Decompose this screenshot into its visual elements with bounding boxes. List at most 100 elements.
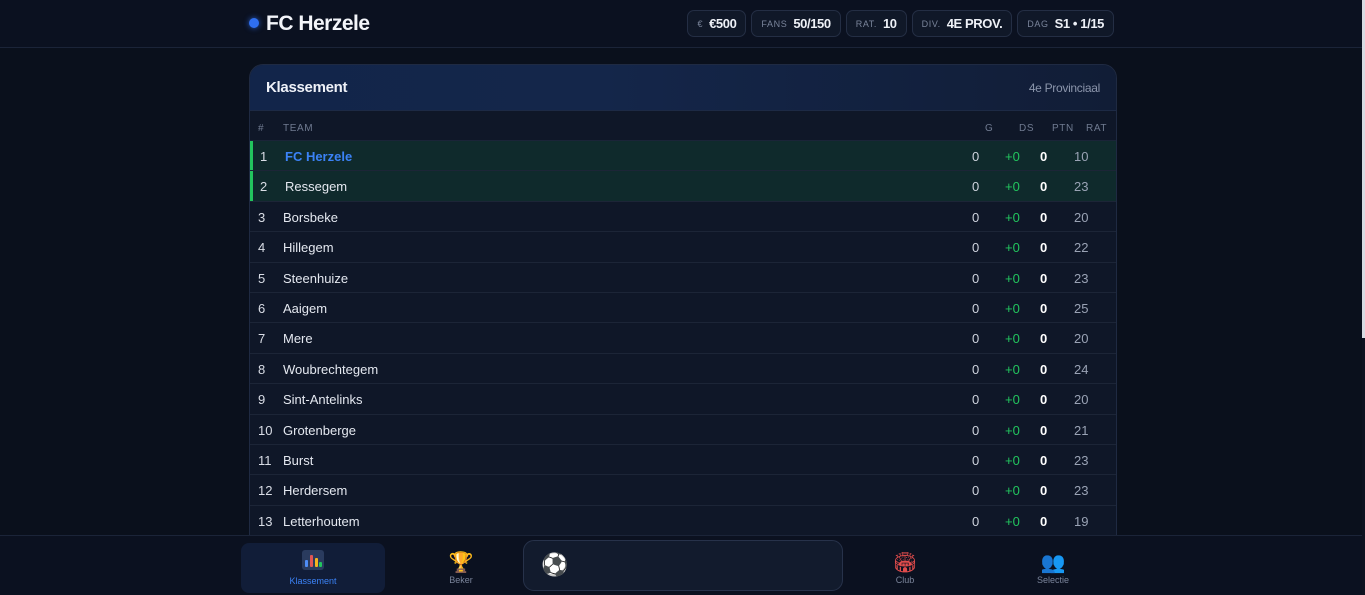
rank-cell: 3 xyxy=(258,209,266,225)
rating-cell: 23 xyxy=(1074,179,1089,195)
stat-budget-key: € xyxy=(697,18,704,29)
goal-diff-cell: +0 xyxy=(1005,300,1020,316)
club-name: FC Herzele xyxy=(266,12,370,35)
points-cell: 0 xyxy=(1040,483,1048,499)
nav-club[interactable]: 🏟 Club xyxy=(833,543,977,593)
nav-klassement-label: Klassement xyxy=(289,576,337,586)
soccer-ball-icon: ⚽ xyxy=(541,553,569,578)
points-cell: 0 xyxy=(1040,361,1048,377)
team-cell: Hillegem xyxy=(283,240,334,256)
games-cell: 0 xyxy=(972,392,980,408)
games-cell: 0 xyxy=(972,240,980,256)
stadium-icon: 🏟 xyxy=(892,550,918,574)
team-cell: Aaigem xyxy=(283,300,328,316)
rank-cell: 11 xyxy=(258,452,272,468)
table-row[interactable]: 3 Borsbeke 0 +0 0 20 xyxy=(250,201,1116,233)
team-cell: Letterhoutem xyxy=(283,513,360,529)
table-row[interactable]: 13 Letterhoutem 0 +0 0 19 xyxy=(250,505,1116,537)
table-row[interactable]: 6 Aaigem 0 +0 0 25 xyxy=(250,292,1116,324)
col-team-header: TEAM xyxy=(283,123,314,134)
points-cell: 0 xyxy=(1040,422,1048,438)
games-cell: 0 xyxy=(972,361,980,377)
team-cell: FC Herzele xyxy=(285,149,353,164)
stat-day-key: DAG xyxy=(1027,18,1049,29)
goal-diff-cell: +0 xyxy=(1005,513,1020,529)
stat-fans: FANS 50/150 xyxy=(751,10,841,37)
rating-cell: 24 xyxy=(1074,361,1089,377)
points-cell: 0 xyxy=(1040,513,1048,529)
rating-cell: 20 xyxy=(1074,392,1089,408)
col-rank-header: # xyxy=(258,123,265,134)
play-match-button[interactable]: ⚽ xyxy=(523,540,843,591)
standings-title: Klassement xyxy=(266,79,348,96)
stat-budget: € €500 xyxy=(687,10,747,37)
nav-club-label: Club xyxy=(895,575,915,585)
bar-chart-icon xyxy=(302,550,324,574)
games-cell: 0 xyxy=(972,149,980,164)
rank-cell: 8 xyxy=(258,361,266,377)
goal-diff-cell: +0 xyxy=(1005,422,1020,438)
games-cell: 0 xyxy=(972,209,980,225)
team-cell: Mere xyxy=(283,331,313,347)
table-row[interactable]: 7 Mere 0 +0 0 20 xyxy=(250,323,1116,354)
club-dot-icon xyxy=(249,18,259,28)
rank-cell: 13 xyxy=(258,513,273,529)
goal-diff-cell: +0 xyxy=(1005,270,1020,286)
stat-budget-value: €500 xyxy=(709,16,737,31)
table-row[interactable]: 4 Hillegem 0 +0 0 22 xyxy=(250,232,1116,263)
table-row[interactable]: 10 Grotenberge 0 +0 0 21 xyxy=(250,414,1116,445)
rank-cell: 6 xyxy=(258,300,266,316)
col-rating-header: RAT xyxy=(1086,123,1108,134)
stat-rating: RAT. 10 xyxy=(845,10,907,37)
rating-cell: 19 xyxy=(1074,513,1089,529)
nav-beker[interactable]: 🏆 Beker xyxy=(389,543,533,593)
rating-cell: 25 xyxy=(1074,300,1089,316)
stat-day: DAG S1 • 1/15 xyxy=(1017,10,1114,37)
standings-table-header: # TEAM G DS PTN RAT xyxy=(250,111,1116,141)
table-row[interactable]: 9 Sint-Antelinks 0 +0 0 20 xyxy=(250,384,1116,415)
stat-fans-value: 50/150 xyxy=(793,16,831,31)
rank-cell: 9 xyxy=(258,392,266,408)
team-cell: Herdersem xyxy=(283,483,348,499)
nav-klassement[interactable]: Klassement xyxy=(241,543,385,593)
standings-table-body: 1 FC Herzele 0 +0 0 10 2 Ressegem 0 +0 0 23 3 Borsbek… xyxy=(250,141,1116,537)
stat-division: DIV. 4E PROV. xyxy=(911,10,1013,37)
rank-cell: 7 xyxy=(258,331,266,347)
bottom-nav: Klassement 🏆 Beker ⚽ 🏟 Club 👥 Selectie xyxy=(0,535,1362,595)
stat-division-key: DIV. xyxy=(921,18,941,29)
rank-cell: 1 xyxy=(260,149,268,164)
games-cell: 0 xyxy=(972,270,980,286)
rating-cell: 20 xyxy=(1074,331,1089,347)
rating-cell: 20 xyxy=(1074,209,1089,225)
team-cell: Borsbeke xyxy=(283,209,338,225)
table-row[interactable]: 5 Steenhuize 0 +0 0 23 xyxy=(250,262,1116,293)
table-row[interactable]: 12 Herdersem 0 +0 0 23 xyxy=(250,475,1116,506)
games-cell: 0 xyxy=(972,331,980,347)
goal-diff-cell: +0 xyxy=(1005,149,1020,164)
points-cell: 0 xyxy=(1040,179,1048,195)
games-cell: 0 xyxy=(972,452,980,468)
points-cell: 0 xyxy=(1040,149,1048,164)
team-cell: Steenhuize xyxy=(283,270,349,286)
team-cell: Grotenberge xyxy=(283,422,356,438)
games-cell: 0 xyxy=(972,483,980,499)
table-row[interactable]: 11 Burst 0 +0 0 23 xyxy=(250,444,1116,476)
rating-cell: 23 xyxy=(1074,452,1089,468)
points-cell: 0 xyxy=(1040,209,1048,225)
col-goal-diff-header: DS xyxy=(1019,123,1035,134)
stat-rating-value: 10 xyxy=(882,16,897,31)
top-bar: FC Herzele € €500 FANS 50/150 RAT. 10 DI… xyxy=(0,0,1362,48)
trophy-icon: 🏆 xyxy=(448,550,474,574)
table-row[interactable]: 8 Woubrechtegem 0 +0 0 24 xyxy=(250,353,1116,385)
stat-rating-key: RAT. xyxy=(855,18,877,29)
table-row[interactable]: 2 Ressegem 0 +0 0 23 xyxy=(250,171,1116,202)
col-points-header: PTN xyxy=(1052,123,1074,134)
nav-selectie[interactable]: 👥 Selectie xyxy=(981,543,1125,593)
rank-cell: 5 xyxy=(258,270,266,286)
standings-header: Klassement 4e Provinciaal xyxy=(250,65,1116,111)
goal-diff-cell: +0 xyxy=(1005,483,1020,499)
nav-beker-label: Beker xyxy=(449,575,473,585)
rank-cell: 12 xyxy=(258,483,273,499)
rating-cell: 21 xyxy=(1074,422,1089,438)
table-row[interactable]: 1 FC Herzele 0 +0 0 10 xyxy=(250,141,1116,172)
